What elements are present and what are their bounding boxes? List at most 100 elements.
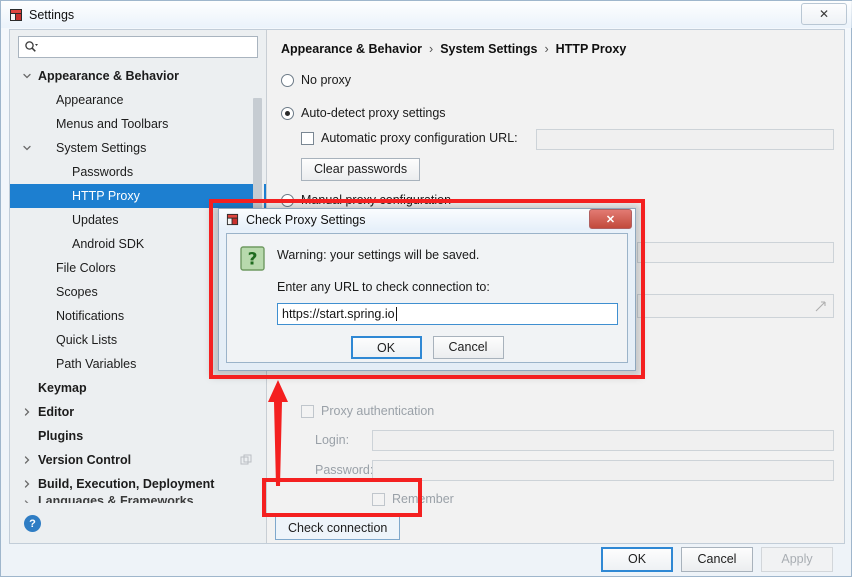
breadcrumb-item-1[interactable]: System Settings bbox=[440, 42, 537, 56]
dialog-title-bar: Check Proxy Settings ✕ bbox=[219, 209, 635, 230]
chevron-down-icon[interactable] bbox=[20, 141, 34, 155]
dialog-close-icon[interactable]: ✕ bbox=[589, 209, 632, 229]
sidebar-item-label: System Settings bbox=[56, 141, 147, 155]
radio-auto-detect-label: Auto-detect proxy settings bbox=[301, 106, 446, 120]
sidebar-item-label: File Colors bbox=[56, 261, 116, 275]
dialog-ok-button[interactable]: OK bbox=[350, 336, 422, 359]
question-icon: ? bbox=[240, 246, 265, 271]
sidebar-item-plugins[interactable]: Plugins bbox=[10, 424, 266, 448]
sidebar-item-label: Menus and Toolbars bbox=[56, 117, 169, 131]
checkbox-remember-label: Remember bbox=[392, 492, 454, 506]
clear-passwords-button[interactable]: Clear passwords bbox=[301, 158, 421, 181]
intellij-icon bbox=[226, 213, 240, 227]
breadcrumb-item-2[interactable]: HTTP Proxy bbox=[556, 42, 627, 56]
chevron-right-icon[interactable] bbox=[20, 497, 34, 503]
sidebar-item-label: Keymap bbox=[38, 381, 87, 395]
sidebar-item-appearance[interactable]: Appearance bbox=[10, 88, 266, 112]
intellij-icon bbox=[9, 8, 23, 22]
checkbox-automatic-proxy-config-url[interactable]: Automatic proxy configuration URL: bbox=[301, 131, 518, 145]
chevron-right-icon[interactable] bbox=[20, 477, 34, 491]
sidebar-item-version-control[interactable]: Version Control bbox=[10, 448, 266, 472]
proxy-host-input[interactable] bbox=[637, 242, 834, 263]
password-label-text: Password: bbox=[315, 463, 374, 477]
dialog-url-input[interactable]: https://start.spring.io bbox=[277, 303, 618, 325]
ok-button[interactable]: OK bbox=[601, 547, 673, 572]
svg-text:?: ? bbox=[248, 250, 258, 270]
sidebar-item-keymap[interactable]: Keymap bbox=[10, 376, 266, 400]
automatic-proxy-config-url-input[interactable] bbox=[536, 129, 834, 150]
cancel-button[interactable]: Cancel bbox=[681, 547, 753, 572]
sidebar-item-label: Path Variables bbox=[56, 357, 137, 371]
sidebar-item-menus-and-toolbars[interactable]: Menus and Toolbars bbox=[10, 112, 266, 136]
checkbox-remember[interactable]: Remember bbox=[372, 492, 454, 506]
sidebar-item-label: Version Control bbox=[38, 453, 132, 467]
dialog-title: Check Proxy Settings bbox=[246, 212, 366, 227]
chevron-right-icon[interactable] bbox=[20, 453, 34, 467]
dialog-warning-text: Warning: your settings will be saved. bbox=[277, 248, 480, 262]
settings-window-root: Settings ✕ Appearance & Behavior Appeara… bbox=[0, 0, 852, 577]
checkbox-remember-box bbox=[372, 492, 385, 506]
login-input[interactable] bbox=[372, 430, 834, 451]
search-icon bbox=[24, 40, 38, 54]
sidebar-item-label: Scopes bbox=[56, 285, 98, 299]
sidebar-item-label: Plugins bbox=[38, 429, 84, 443]
sidebar-item-editor[interactable]: Editor bbox=[10, 400, 266, 424]
radio-no-proxy-indicator bbox=[281, 73, 294, 87]
check-connection-button[interactable]: Check connection bbox=[275, 516, 401, 540]
dialog-button-row: OK Cancel bbox=[227, 336, 627, 359]
sidebar-item-appearance-behavior[interactable]: Appearance & Behavior bbox=[10, 64, 266, 88]
help-icon[interactable]: ? bbox=[24, 515, 41, 532]
expand-icon[interactable] bbox=[815, 301, 826, 312]
window-title-bar: Settings ✕ bbox=[1, 1, 852, 28]
chevron-right-icon[interactable] bbox=[20, 405, 34, 419]
breadcrumb-separator: › bbox=[544, 42, 549, 56]
sidebar-item-label: Android SDK bbox=[72, 237, 145, 251]
no-proxy-for-input[interactable] bbox=[637, 294, 834, 318]
dialog-body: ? Warning: your settings will be saved. … bbox=[226, 233, 628, 363]
breadcrumb-item-0[interactable]: Appearance & Behavior bbox=[281, 42, 422, 56]
check-proxy-settings-dialog: Check Proxy Settings ✕ ? Warning: your s… bbox=[218, 208, 636, 371]
sidebar-item-system-settings[interactable]: System Settings bbox=[10, 136, 266, 160]
dialog-button-bar: OK Cancel Apply bbox=[1, 542, 852, 576]
dialog-cancel-button[interactable]: Cancel bbox=[432, 336, 504, 359]
sidebar-item-label: Build, Execution, Deployment bbox=[38, 477, 215, 491]
radio-auto-detect-indicator bbox=[281, 106, 294, 120]
password-input[interactable] bbox=[372, 460, 834, 481]
checkbox-proxy-authentication[interactable]: Proxy authentication bbox=[301, 404, 434, 418]
sidebar-item-build-execution-deployment[interactable]: Build, Execution, Deployment bbox=[10, 472, 266, 496]
sidebar-item-label: Languages & Frameworks bbox=[38, 496, 194, 503]
chevron-down-icon[interactable] bbox=[20, 69, 34, 83]
sidebar-item-label: Passwords bbox=[72, 165, 134, 179]
dialog-url-input-value: https://start.spring.io bbox=[282, 307, 395, 321]
login-label-text: Login: bbox=[315, 433, 350, 447]
checkbox-proxy-authentication-box bbox=[301, 404, 314, 418]
password-label: Password: bbox=[315, 463, 373, 477]
radio-auto-detect-proxy[interactable]: Auto-detect proxy settings bbox=[281, 106, 446, 120]
copy-icon[interactable] bbox=[240, 454, 252, 466]
sidebar-item-label: Quick Lists bbox=[56, 333, 118, 347]
search-box[interactable] bbox=[18, 36, 258, 58]
sidebar-item-passwords[interactable]: Passwords bbox=[10, 160, 266, 184]
radio-no-proxy-label: No proxy bbox=[301, 73, 352, 87]
dialog-prompt-text: Enter any URL to check connection to: bbox=[277, 280, 490, 294]
search-input[interactable] bbox=[41, 39, 252, 55]
apply-button: Apply bbox=[761, 547, 833, 572]
checkbox-automatic-proxy-config-url-box bbox=[301, 131, 314, 145]
radio-no-proxy[interactable]: No proxy bbox=[281, 73, 351, 87]
sidebar-item-label: Editor bbox=[38, 405, 75, 419]
sidebar-item-label: Updates bbox=[72, 213, 119, 227]
close-icon[interactable]: ✕ bbox=[801, 3, 847, 25]
sidebar-item-languages-frameworks[interactable]: Languages & Frameworks bbox=[10, 496, 266, 503]
